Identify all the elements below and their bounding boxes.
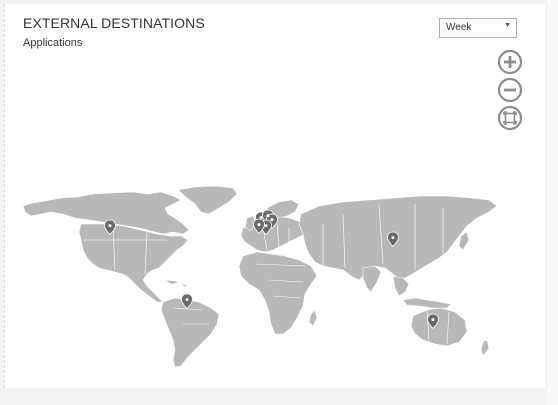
southeast-asia (392, 275, 410, 297)
chevron-down-icon: ▼ (504, 22, 511, 29)
australia (410, 307, 468, 347)
period-select-value: Week (446, 22, 472, 33)
period-select[interactable]: Week ▼ (439, 18, 517, 38)
external-destinations-widget: EXTERNAL DESTINATIONS Applications Week … (4, 4, 545, 388)
indonesia (402, 297, 452, 309)
new-zealand (480, 339, 490, 357)
widget-title: EXTERNAL DESTINATIONS (23, 15, 205, 31)
madagascar (308, 309, 318, 327)
africa (238, 251, 318, 335)
scandinavia (266, 199, 300, 219)
widget-subtitle: Applications (23, 37, 83, 49)
japan (458, 231, 470, 251)
zoom-in-icon (497, 49, 523, 75)
fit-to-screen-button[interactable] (497, 105, 523, 131)
north-america-south (78, 223, 189, 303)
caribbean (164, 279, 188, 288)
scroll-gutter (547, 0, 558, 405)
greenland (177, 185, 238, 215)
zoom-out-button[interactable] (497, 77, 523, 103)
fit-to-screen-icon (497, 105, 523, 131)
india (362, 265, 382, 293)
zoom-out-icon (497, 77, 523, 103)
south-america (160, 297, 220, 368)
zoom-in-button[interactable] (497, 49, 523, 75)
world-map[interactable] (23, 184, 499, 369)
